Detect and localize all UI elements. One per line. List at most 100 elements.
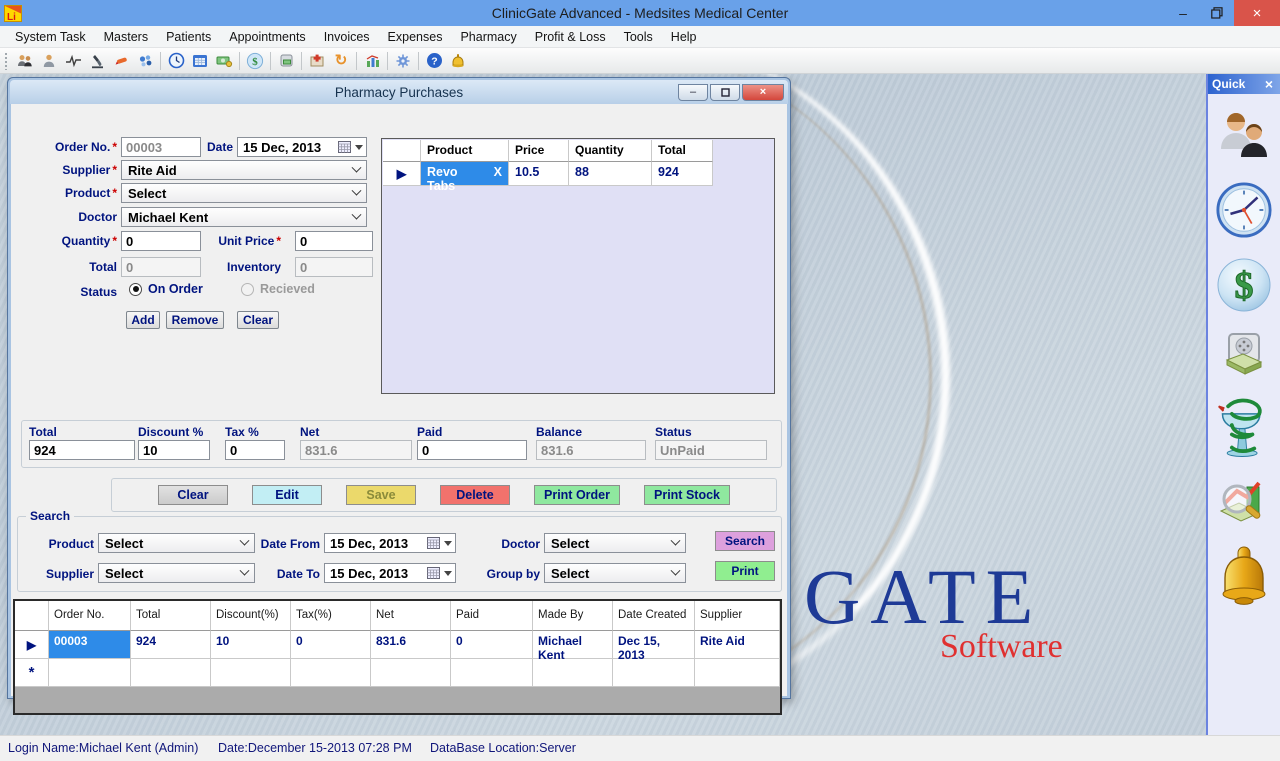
edit-button[interactable]: Edit [252,485,322,505]
toolbar-grip[interactable] [4,52,9,70]
quick-pharmacy-bowl-icon[interactable] [1215,390,1273,462]
calendar-icon[interactable] [427,537,440,549]
order-no-cell[interactable]: 00003 [49,631,131,659]
col-date-created[interactable]: Date Created [613,601,695,631]
purchases-box-icon[interactable] [305,50,329,72]
menu-help[interactable]: Help [662,28,706,46]
patients-group-icon[interactable] [13,50,37,72]
col-total[interactable]: Total [131,601,211,631]
row-selector-header[interactable] [15,601,49,631]
calendar-icon[interactable] [427,567,440,579]
quick-appointments-clock-icon[interactable] [1215,179,1273,241]
remove-item-x-button[interactable]: X [494,165,502,182]
quantity-field[interactable]: 0 [121,231,201,251]
expenses-box-icon[interactable] [274,50,298,72]
col-paid[interactable]: Paid [451,601,533,631]
doctor-combo[interactable]: Michael Kent [121,207,367,227]
quick-reminder-bell-icon[interactable] [1215,544,1273,610]
window-restore-button[interactable] [1200,0,1234,26]
product-cell[interactable]: Revo Tabs X [421,162,509,186]
supplier-cell[interactable]: Rite Aid [695,631,780,659]
payments-icon[interactable] [212,50,236,72]
dialog-close-button[interactable]: × [742,84,784,101]
menu-tools[interactable]: Tools [615,28,662,46]
row-selector-arrow[interactable]: ▶ [383,162,421,186]
dialog-maximize-button[interactable] [710,84,740,101]
clear-items-button[interactable]: Clear [237,311,279,329]
quick-cash-box-icon[interactable] [1215,329,1273,377]
print-stock-button[interactable]: Print Stock [644,485,730,505]
total-cell[interactable]: 924 [131,631,211,659]
clear-button[interactable]: Clear [158,485,228,505]
group-by-combo[interactable]: Select [544,563,686,583]
paid-cell[interactable]: 0 [451,631,533,659]
quick-patients-icon[interactable] [1215,104,1273,166]
search-button[interactable]: Search [715,531,775,551]
col-price[interactable]: Price [509,140,569,162]
net-cell[interactable]: 831.6 [371,631,451,659]
made-by-cell[interactable]: Michael Kent [533,631,613,659]
billing-dollar-icon[interactable]: $ [243,50,267,72]
search-product-combo[interactable]: Select [98,533,255,553]
dialog-titlebar[interactable]: Pharmacy Purchases – × [10,80,788,104]
refresh-icon[interactable]: ↻ [329,50,353,72]
unit-price-field[interactable]: 0 [295,231,373,251]
print-order-button[interactable]: Print Order [534,485,620,505]
window-minimize-button[interactable]: – [1166,0,1200,26]
quick-billing-dollar-icon[interactable]: $ [1215,254,1273,316]
save-button[interactable]: Save [346,485,416,505]
search-supplier-combo[interactable]: Select [98,563,255,583]
col-tax[interactable]: Tax(%) [291,601,371,631]
reminder-bell-icon[interactable] [446,50,470,72]
patient-icon[interactable] [37,50,61,72]
supplier-combo[interactable]: Rite Aid [121,160,367,180]
col-net[interactable]: Net [371,601,451,631]
totals-tax-field[interactable]: 0 [225,440,285,460]
services-flower-icon[interactable] [133,50,157,72]
quick-reports-analysis-icon[interactable] [1215,475,1273,531]
menu-pharmacy[interactable]: Pharmacy [451,28,525,46]
date-field[interactable]: 15 Dec, 2013 [237,137,367,157]
print-button[interactable]: Print [715,561,775,581]
menu-appointments[interactable]: Appointments [220,28,314,46]
help-icon[interactable]: ? [422,50,446,72]
calendar-icon[interactable] [188,50,212,72]
col-order-no[interactable]: Order No. [49,601,131,631]
date-to-field[interactable]: 15 Dec, 2013 [324,563,456,583]
totals-discount-field[interactable]: 10 [138,440,210,460]
prescription-pen-icon[interactable] [109,50,133,72]
menu-profit-loss[interactable]: Profit & Loss [526,28,615,46]
date-dropdown-caret[interactable] [355,145,363,150]
price-cell[interactable]: 10.5 [509,162,569,186]
total-cell[interactable]: 924 [652,162,713,186]
date-dropdown-caret[interactable] [444,571,452,576]
quantity-cell[interactable]: 88 [569,162,652,186]
window-close-button[interactable]: × [1234,0,1280,26]
tax-cell[interactable]: 0 [291,631,371,659]
stock-chart-icon[interactable] [360,50,384,72]
quick-panel-close-icon[interactable]: × [1262,76,1276,92]
calendar-icon[interactable] [338,141,351,153]
remove-button[interactable]: Remove [166,311,224,329]
date-from-field[interactable]: 15 Dec, 2013 [324,533,456,553]
date-created-cell[interactable]: Dec 15, 2013 [613,631,695,659]
menu-system-task[interactable]: System Task [6,28,95,46]
product-combo[interactable]: Select [121,183,367,203]
col-supplier[interactable]: Supplier [695,601,780,631]
totals-total-field[interactable]: 924 [29,440,135,460]
col-made-by[interactable]: Made By [533,601,613,631]
totals-paid-field[interactable]: 0 [417,440,527,460]
col-quantity[interactable]: Quantity [569,140,652,162]
orders-grid-row[interactable]: ▶ 00003 924 10 0 831.6 0 Michael Kent De… [15,631,780,659]
dialog-minimize-button[interactable]: – [678,84,708,101]
col-product[interactable]: Product [421,140,509,162]
appointments-clock-icon[interactable] [164,50,188,72]
menu-invoices[interactable]: Invoices [315,28,379,46]
row-selector-arrow[interactable]: ▶ [15,631,49,659]
menu-expenses[interactable]: Expenses [379,28,452,46]
orders-grid-new-row[interactable]: * [15,659,780,687]
date-dropdown-caret[interactable] [444,541,452,546]
lab-microscope-icon[interactable] [85,50,109,72]
status-on-order-radio[interactable]: On Order [129,282,203,296]
discount-cell[interactable]: 10 [211,631,291,659]
